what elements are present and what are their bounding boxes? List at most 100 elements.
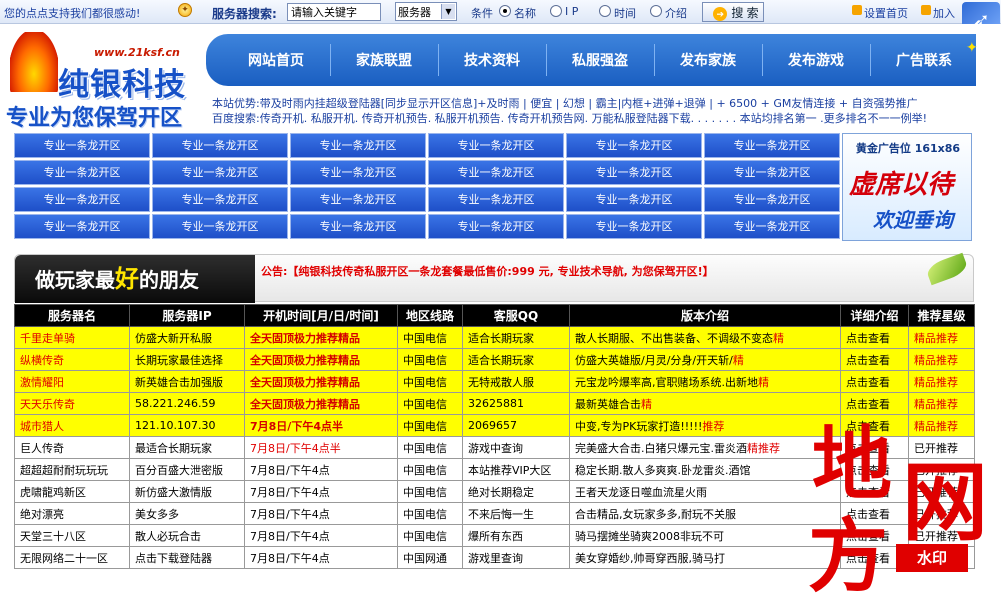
grid-link[interactable]: 专业一条龙开区 — [704, 214, 840, 239]
grid-link[interactable]: 专业一条龙开区 — [14, 160, 150, 185]
nav-post-game[interactable]: 发布游戏 — [788, 50, 844, 70]
grid-link[interactable]: 专业一条龙开区 — [14, 214, 150, 239]
server-ip-cell-text: 新英雄合击加强版 — [135, 375, 223, 389]
grid-link[interactable]: 专业一条龙开区 — [152, 187, 288, 212]
detail-cell[interactable]: 点击查看 — [840, 370, 909, 393]
open-time-cell: 7月8日/下午4点半 — [244, 414, 398, 437]
version-cell-text: 最新英雄合击 — [575, 397, 641, 411]
logo-url: www.21ksf.cn — [94, 46, 180, 59]
radio-intro[interactable] — [650, 5, 662, 17]
grid-link[interactable]: 专业一条龙开区 — [428, 214, 564, 239]
qq-cell: 绝对长期稳定 — [462, 480, 570, 503]
grid-link[interactable]: 专业一条龙开区 — [566, 160, 702, 185]
server-name-cell[interactable]: 天天乐传奇 — [14, 392, 130, 415]
grid-link[interactable]: 专业一条龙开区 — [14, 133, 150, 158]
server-name-cell-text: 虎啸龍鸡新区 — [20, 485, 86, 499]
version-cell: 王者天龙逐日噬血流星火雨 — [569, 480, 841, 503]
nav-ad-contact[interactable]: 广告联系 — [896, 50, 952, 70]
grid-link[interactable]: 专业一条龙开区 — [152, 214, 288, 239]
search-button[interactable]: ➔ 搜 索 — [702, 2, 764, 22]
grid-link[interactable]: 专业一条龙开区 — [704, 187, 840, 212]
nav-tech[interactable]: 技术资料 — [464, 50, 520, 70]
open-time-cell-text: 全天固顶极力推荐精品 — [250, 353, 360, 367]
grid-link[interactable]: 专业一条龙开区 — [428, 160, 564, 185]
server-name-cell[interactable]: 超超超耐耐玩玩玩 — [14, 458, 130, 481]
server-name-cell-text: 无限网络二十一区 — [20, 551, 108, 565]
line-cell-text: 中国电信 — [403, 485, 447, 499]
nav-post-family[interactable]: 发布家族 — [680, 50, 736, 70]
line-cell: 中国电信 — [397, 326, 463, 349]
open-time-cell: 全天固顶极力推荐精品 — [244, 348, 398, 371]
search-type-select[interactable]: 服务器 ▼ — [395, 2, 457, 21]
grid-link[interactable]: 专业一条龙开区 — [428, 187, 564, 212]
grid-link[interactable]: 专业一条龙开区 — [566, 133, 702, 158]
open-time-cell: 7月8日/下午4点 — [244, 480, 398, 503]
server-name-cell[interactable]: 绝对漂亮 — [14, 502, 130, 525]
line-cell-text: 中国电信 — [403, 353, 447, 367]
nav-home[interactable]: 网站首页 — [248, 50, 304, 70]
search-input[interactable] — [287, 3, 381, 21]
line-cell: 中国电信 — [397, 458, 463, 481]
grid-link[interactable]: 专业一条龙开区 — [428, 133, 564, 158]
qq-cell-text: 无特戒散人服 — [468, 375, 534, 389]
logo-name: 纯银科技 — [58, 67, 186, 103]
server-name-cell[interactable]: 纵横传奇 — [14, 348, 130, 371]
grid-link[interactable]: 专业一条龙开区 — [152, 160, 288, 185]
nav-family[interactable]: 家族联盟 — [356, 50, 412, 70]
radio-time[interactable] — [599, 5, 611, 17]
server-name-cell[interactable]: 虎啸龍鸡新区 — [14, 480, 130, 503]
server-name-cell[interactable]: 千里走单骑 — [14, 326, 130, 349]
star-cell: 精品推荐 — [908, 348, 975, 371]
site-logo[interactable]: www.21ksf.cn 纯银科技 专业为您保驾开区 — [4, 24, 210, 131]
grid-link[interactable]: 专业一条龙开区 — [566, 214, 702, 239]
detail-cell[interactable]: 点击查看 — [840, 326, 909, 349]
grid-link[interactable]: 专业一条龙开区 — [290, 160, 426, 185]
server-name-cell[interactable]: 巨人传奇 — [14, 436, 130, 459]
open-time-cell-text: 7月8日/下午4点半 — [250, 441, 341, 455]
radio-name[interactable] — [499, 5, 511, 17]
server-name-cell[interactable]: 激情耀阳 — [14, 370, 130, 393]
qq-cell: 适合长期玩家 — [462, 348, 570, 371]
star-cell: 精品推荐 — [908, 370, 975, 393]
top-toolbar: 您的点点支持我们都很感动! ✦ 服务器搜索: 服务器 ▼ 条件 名称 I P 时… — [0, 0, 1001, 42]
advantage-line: 本站优势:带及时雨内挂超级登陆器[同步显示开区信息]+及时雨 | 便宜 | 幻想… — [212, 97, 918, 110]
detail-cell[interactable]: 点击查看 — [840, 348, 909, 371]
version-cell: 美女穿婚纱,帅哥穿西服,骑马打 — [569, 546, 841, 569]
qq-cell-text: 游戏中查询 — [468, 441, 523, 455]
grid-link[interactable]: 专业一条龙开区 — [704, 160, 840, 185]
col-line: 地区线路 — [397, 304, 463, 327]
set-home-link[interactable]: 设置首页 — [864, 5, 908, 21]
server-name-cell-text: 巨人传奇 — [20, 441, 64, 455]
table-row[interactable]: 激情耀阳 新英雄合击加强版 全天固顶极力推荐精品 中国电信 无特戒散人服 元宝龙吟爆率高,… — [14, 370, 975, 393]
open-time-cell-text: 全天固顶极力推荐精品 — [250, 397, 360, 411]
grid-link[interactable]: 专业一条龙开区 — [290, 214, 426, 239]
nav-private[interactable]: 私服强盗 — [572, 50, 628, 70]
server-name-cell-text: 千里走单骑 — [20, 331, 75, 345]
grid-link[interactable]: 专业一条龙开区 — [14, 187, 150, 212]
server-ip-cell: 新仿盛大激情版 — [129, 480, 245, 503]
server-name-cell[interactable]: 城市猎人 — [14, 414, 130, 437]
server-ip-cell: 最适合长期玩家 — [129, 436, 245, 459]
table-row[interactable]: 纵横传奇 长期玩家最佳选择 全天固顶极力推荐精品 中国电信 适合长期玩家 仿盛大英雄版/月… — [14, 348, 975, 371]
col-server-ip: 服务器IP — [129, 304, 245, 327]
line-cell-text: 中国电信 — [403, 441, 447, 455]
site-header: www.21ksf.cn 纯银科技 专业为您保驾开区 网站首页 家族联盟 技术资… — [0, 24, 1001, 131]
server-ip-cell: 点击下载登陆器 — [129, 546, 245, 569]
line-cell-text: 中国网通 — [403, 551, 447, 565]
qq-cell-text: 爆所有东西 — [468, 529, 523, 543]
grid-link[interactable]: 专业一条龙开区 — [566, 187, 702, 212]
grid-link[interactable]: 专业一条龙开区 — [704, 133, 840, 158]
nav-divider — [546, 44, 547, 76]
ad-slot-title: 黄金广告位 161x86 — [855, 142, 961, 155]
add-favorite-link[interactable]: 加入 — [933, 5, 955, 21]
grid-link[interactable]: 专业一条龙开区 — [290, 187, 426, 212]
server-name-cell[interactable]: 无限网络二十一区 — [14, 546, 130, 569]
grid-link[interactable]: 专业一条龙开区 — [290, 133, 426, 158]
grid-link[interactable]: 专业一条龙开区 — [152, 133, 288, 158]
server-name-cell[interactable]: 天堂三十八区 — [14, 524, 130, 547]
radio-ip[interactable] — [550, 5, 562, 17]
star-decoration-icon: ✦ — [966, 40, 978, 56]
ad-slot[interactable]: 黄金广告位 161x86 虚席以待 欢迎垂询 — [842, 133, 972, 241]
col-server-name: 服务器名 — [14, 304, 130, 327]
table-row[interactable]: 千里走单骑 仿盛大新开私服 全天固顶极力推荐精品 中国电信 适合长期玩家 散人长期服、不出… — [14, 326, 975, 349]
